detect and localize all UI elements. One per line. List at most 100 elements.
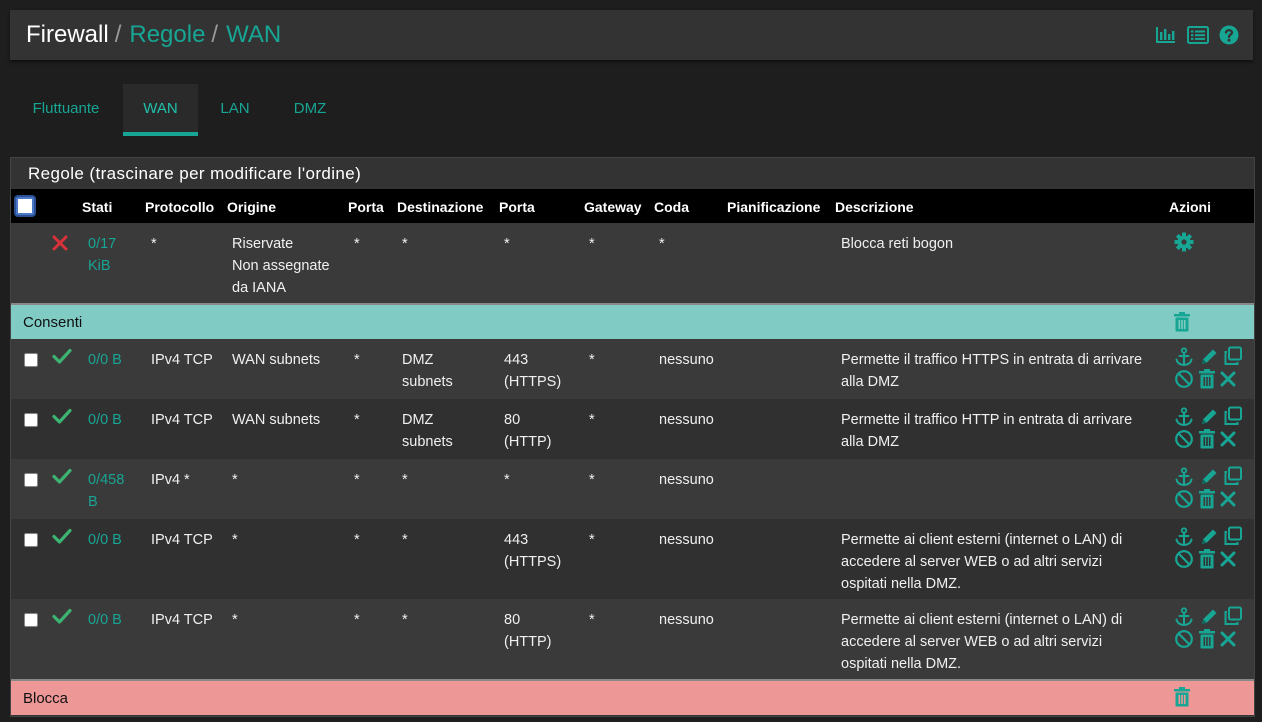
pencil-icon[interactable] bbox=[1199, 607, 1219, 627]
separator-block: Blocca bbox=[11, 679, 1254, 715]
disable-icon[interactable] bbox=[1174, 549, 1194, 569]
separator-label: Blocca bbox=[23, 690, 69, 707]
copy-icon[interactable] bbox=[1223, 346, 1243, 366]
disable-icon[interactable] bbox=[1174, 489, 1194, 509]
states-link[interactable]: 0/0 B bbox=[88, 609, 122, 631]
copy-icon[interactable] bbox=[1223, 466, 1243, 486]
check-icon bbox=[52, 408, 72, 424]
close-icon bbox=[52, 235, 68, 251]
tab-wan[interactable]: WAN bbox=[123, 84, 198, 136]
check-icon bbox=[52, 608, 72, 624]
select-all-checkbox[interactable] bbox=[16, 197, 34, 215]
gateway: * bbox=[589, 472, 595, 488]
anchor-icon[interactable] bbox=[1174, 347, 1194, 367]
trash-icon[interactable] bbox=[1198, 369, 1216, 389]
table-row[interactable]: 0/458 B IPv4 * * * * * * nessuno bbox=[11, 459, 1254, 519]
help-icon[interactable] bbox=[1219, 25, 1239, 45]
queue: nessuno bbox=[659, 532, 714, 548]
pencil-icon[interactable] bbox=[1199, 407, 1219, 427]
row-checkbox[interactable] bbox=[24, 353, 38, 367]
states-value: 0/17 bbox=[88, 236, 117, 252]
pencil-icon[interactable] bbox=[1199, 467, 1219, 487]
protocol: IPv4 TCP bbox=[151, 532, 213, 548]
source-line: Riservate bbox=[232, 236, 294, 252]
trash-icon[interactable] bbox=[1198, 629, 1216, 649]
table-row: 0/17 KiB * Riservate Non assegnate da IANA … bbox=[11, 223, 1254, 303]
destination-port: 80 (HTTP) bbox=[504, 412, 552, 450]
states-link[interactable]: 0/458 B bbox=[88, 469, 124, 513]
rules-panel: Regole (trascinare per modificare l'ordi… bbox=[10, 157, 1255, 717]
trash-icon[interactable] bbox=[1173, 687, 1191, 707]
breadcrumb-rules-link[interactable]: Regole bbox=[129, 21, 205, 48]
tab-fluttuante[interactable]: Fluttuante bbox=[18, 84, 114, 136]
copy-icon[interactable] bbox=[1223, 406, 1243, 426]
anchor-icon[interactable] bbox=[1174, 527, 1194, 547]
states-link[interactable]: 0/17 KiB bbox=[88, 233, 116, 277]
source: WAN subnets bbox=[232, 412, 321, 428]
breadcrumb-wan-link[interactable]: WAN bbox=[226, 21, 281, 48]
source-port: * bbox=[354, 612, 360, 628]
row-checkbox[interactable] bbox=[24, 473, 38, 487]
row-checkbox[interactable] bbox=[24, 413, 38, 427]
tab-lan[interactable]: LAN bbox=[210, 84, 260, 136]
destination: * bbox=[402, 612, 408, 628]
queue: nessuno bbox=[659, 412, 714, 428]
gateway: * bbox=[589, 612, 595, 628]
delete-icon[interactable] bbox=[1220, 371, 1236, 387]
states-link[interactable]: 0/0 B bbox=[88, 409, 122, 431]
description: Permette il traffico HTTP in entrata di … bbox=[841, 412, 1133, 450]
pencil-icon[interactable] bbox=[1199, 347, 1219, 367]
source-port: * bbox=[354, 352, 360, 368]
source-port: * bbox=[354, 236, 360, 252]
delete-icon[interactable] bbox=[1220, 631, 1236, 647]
protocol: * bbox=[151, 236, 157, 252]
source-port: * bbox=[354, 532, 360, 548]
check-icon bbox=[52, 528, 72, 544]
source-port: * bbox=[354, 412, 360, 428]
destination-port: 443 (HTTPS) bbox=[504, 532, 562, 570]
anchor-icon[interactable] bbox=[1174, 607, 1194, 627]
destination: * bbox=[402, 472, 408, 488]
anchor-icon[interactable] bbox=[1174, 407, 1194, 427]
tab-dmz[interactable]: DMZ bbox=[284, 84, 336, 136]
breadcrumb-separator: / bbox=[211, 21, 219, 48]
destination-port: 80 (HTTP) bbox=[504, 612, 552, 650]
trash-icon[interactable] bbox=[1198, 429, 1216, 449]
list-icon[interactable] bbox=[1187, 25, 1209, 45]
row-checkbox[interactable] bbox=[24, 613, 38, 627]
disable-icon[interactable] bbox=[1174, 369, 1194, 389]
table-row[interactable]: 0/0 B IPv4 TCP * * * 443 (HTTPS) * nessun… bbox=[11, 519, 1254, 599]
delete-icon[interactable] bbox=[1220, 431, 1236, 447]
col-porta-origine: Porta bbox=[348, 199, 384, 215]
states-link[interactable]: 0/0 B bbox=[88, 529, 122, 551]
trash-icon[interactable] bbox=[1198, 549, 1216, 569]
description: Permette ai client esterni (internet o L… bbox=[841, 612, 1123, 672]
breadcrumb-separator: / bbox=[114, 21, 122, 48]
trash-icon[interactable] bbox=[1173, 312, 1191, 332]
col-origine: Origine bbox=[227, 199, 277, 215]
gateway: * bbox=[589, 532, 595, 548]
table-row[interactable]: 0/0 B IPv4 TCP WAN subnets * DMZ subnets … bbox=[11, 339, 1254, 399]
delete-icon[interactable] bbox=[1220, 551, 1236, 567]
disable-icon[interactable] bbox=[1174, 429, 1194, 449]
trash-icon[interactable] bbox=[1198, 489, 1216, 509]
gear-icon[interactable] bbox=[1174, 232, 1194, 252]
protocol: IPv4 * bbox=[151, 472, 190, 488]
table-row[interactable]: 0/0 B IPv4 TCP WAN subnets * DMZ subnets … bbox=[11, 399, 1254, 459]
destination: * bbox=[402, 236, 408, 252]
states-unit: KiB bbox=[88, 258, 111, 274]
queue: nessuno bbox=[659, 612, 714, 628]
chart-icon[interactable] bbox=[1155, 25, 1177, 45]
copy-icon[interactable] bbox=[1223, 606, 1243, 626]
table-row[interactable]: 0/0 B IPv4 TCP * * * 80 (HTTP) * nessuno … bbox=[11, 599, 1254, 679]
row-checkbox[interactable] bbox=[24, 533, 38, 547]
disable-icon[interactable] bbox=[1174, 629, 1194, 649]
anchor-icon[interactable] bbox=[1174, 467, 1194, 487]
copy-icon[interactable] bbox=[1223, 526, 1243, 546]
delete-icon[interactable] bbox=[1220, 491, 1236, 507]
description: Permette il traffico HTTPS in entrata di… bbox=[841, 352, 1143, 390]
pencil-icon[interactable] bbox=[1199, 527, 1219, 547]
col-gateway: Gateway bbox=[584, 199, 642, 215]
states-link[interactable]: 0/0 B bbox=[88, 349, 122, 371]
protocol: IPv4 TCP bbox=[151, 352, 213, 368]
